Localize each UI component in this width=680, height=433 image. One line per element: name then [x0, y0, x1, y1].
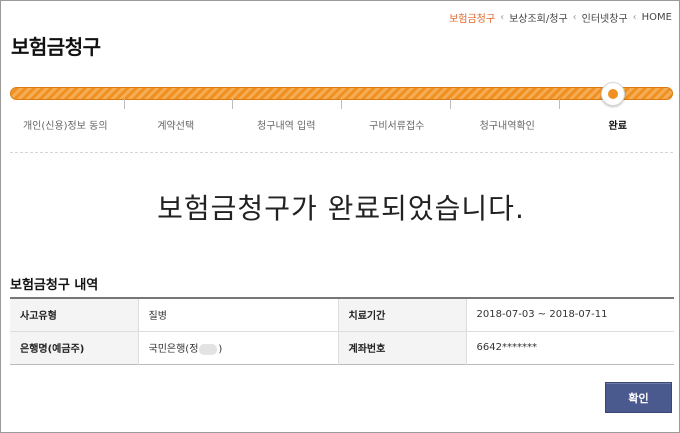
table-row: 사고유형 질병 치료기간 2018-07-03 ~ 2018-07-11 — [10, 298, 674, 332]
label-accident-type: 사고유형 — [10, 298, 138, 332]
value-account-number: 6642******* — [465, 331, 674, 364]
value-treatment-period: 2018-07-03 ~ 2018-07-11 — [465, 298, 674, 332]
step-documents: 구비서류접수 — [369, 121, 425, 132]
chevron-left-icon: ‹ — [632, 12, 637, 23]
progress-tick — [232, 99, 233, 109]
step-claim-input: 청구내역 입력 — [257, 121, 316, 132]
step-claim-review: 청구내역확인 — [479, 121, 535, 132]
chevron-left-icon: ‹ — [500, 12, 505, 23]
step-contract-select: 계약선택 — [157, 121, 195, 132]
breadcrumb-item-insurance-claim[interactable]: 보험금청구 — [448, 10, 496, 25]
value-accident-type: 질병 — [137, 298, 338, 332]
value-bank-holder: 국민은행(정) — [137, 331, 338, 364]
progress-tick — [124, 99, 125, 109]
confirm-button[interactable]: 확인 — [605, 382, 672, 413]
progress-tick — [559, 99, 560, 109]
table-row: 은행명(예금주) 국민은행(정) 계좌번호 6642******* — [10, 331, 674, 364]
breadcrumb: 보험금청구 ‹ 보상조회/청구 ‹ 인터넷창구 ‹ HOME — [448, 10, 673, 25]
page-frame: 보험금청구 ‹ 보상조회/청구 ‹ 인터넷창구 ‹ HOME 보험금청구 개인(… — [0, 0, 680, 433]
completion-message: 보험금청구가 완료되었습니다. — [157, 192, 525, 225]
section-title: 보험금청구 내역 — [10, 278, 99, 293]
progress-tick — [341, 99, 342, 109]
bank-holder-text: 국민은행(정 — [148, 344, 199, 355]
breadcrumb-item-internet-window[interactable]: 인터넷창구 — [581, 10, 629, 25]
claim-details-table: 사고유형 질병 치료기간 2018-07-03 ~ 2018-07-11 은행명… — [10, 297, 674, 365]
chevron-left-icon: ‹ — [572, 12, 577, 23]
breadcrumb-item-home[interactable]: HOME — [641, 12, 673, 23]
breadcrumb-item-compensation[interactable]: 보상조회/청구 — [508, 10, 569, 25]
progress-current-marker — [601, 82, 625, 106]
step-complete: 완료 — [608, 121, 627, 132]
divider — [10, 152, 673, 153]
label-bank-holder: 은행명(예금주) — [10, 331, 138, 364]
progress-tick — [450, 99, 451, 109]
step-privacy-consent: 개인(신용)정보 동의 — [22, 121, 108, 132]
masked-name — [199, 343, 218, 355]
label-account-number: 계좌번호 — [337, 331, 466, 364]
bank-holder-close: ) — [218, 344, 223, 355]
label-treatment-period: 치료기간 — [337, 298, 466, 332]
page-title: 보험금청구 — [11, 35, 101, 59]
progress-steps: 개인(신용)정보 동의 계약선택 청구내역 입력 구비서류접수 청구내역확인 완… — [10, 117, 673, 132]
